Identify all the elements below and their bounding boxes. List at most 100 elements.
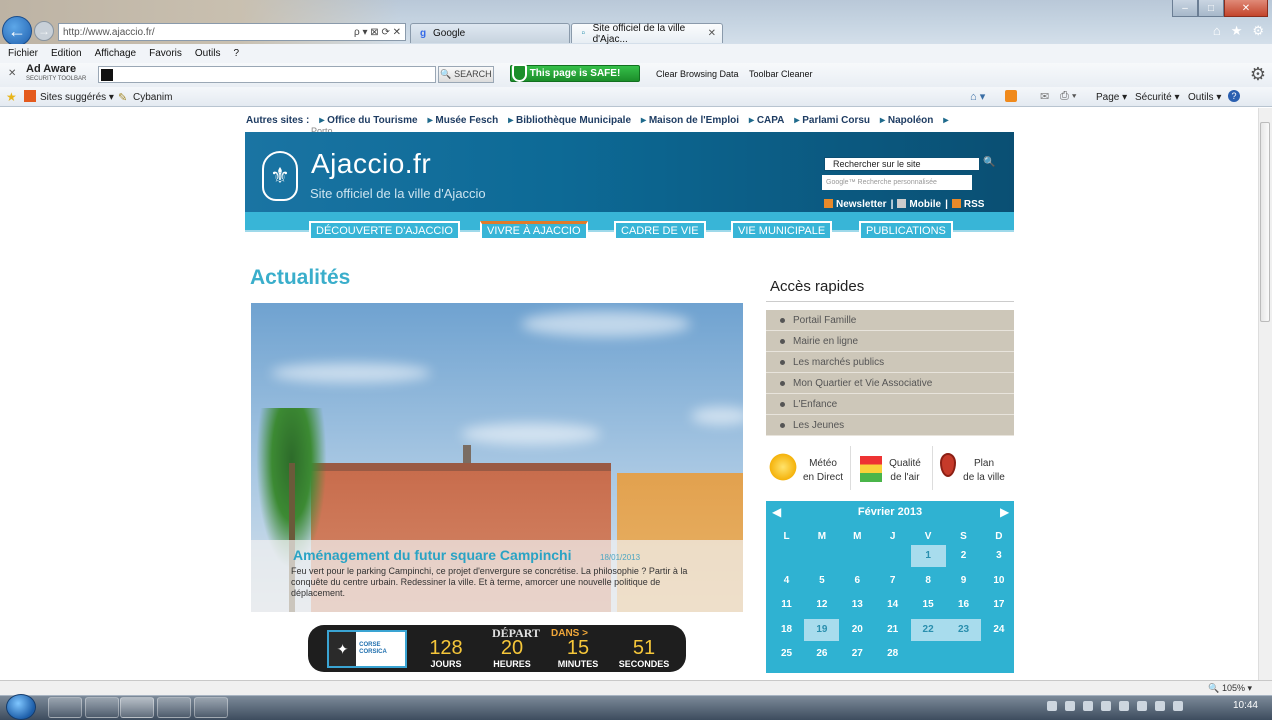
tray-icon[interactable] — [1083, 701, 1093, 711]
calendar-day[interactable]: 5 — [804, 575, 839, 586]
calendar-day[interactable]: 27 — [840, 648, 875, 659]
rss-link[interactable]: RSS — [951, 199, 984, 210]
taskbar-window[interactable] — [194, 697, 228, 718]
tray-icon[interactable] — [1173, 701, 1183, 711]
tray-icon[interactable] — [1101, 701, 1111, 711]
hero-title[interactable]: Aménagement du futur square Campinchi — [293, 547, 571, 563]
menu-fichier[interactable]: Fichier — [8, 48, 38, 59]
address-controls[interactable]: ρ ▾ ⊠ ⟳ ✕ — [354, 27, 401, 38]
tray-icon[interactable] — [1065, 701, 1075, 711]
air-quality-widget[interactable]: Qualité de l'air — [882, 457, 928, 499]
print-icon[interactable]: ⎙ ▾ — [1060, 90, 1076, 103]
taskbar-ie[interactable] — [120, 697, 154, 718]
address-bar[interactable]: http://www.ajaccio.fr/ ρ ▾ ⊠ ⟳ ✕ — [58, 23, 406, 41]
calendar-day[interactable]: 6 — [840, 575, 875, 586]
mobile-link[interactable]: Mobile — [897, 199, 941, 210]
newsletter-link[interactable]: Newsletter — [824, 199, 887, 210]
calendar-day[interactable]: 12 — [804, 599, 839, 610]
air-quality-icon[interactable] — [860, 456, 882, 482]
forward-button[interactable]: → — [34, 21, 54, 41]
toolbar-cleaner-button[interactable]: Toolbar Cleaner — [749, 69, 813, 79]
settings-gear-icon[interactable]: ⚙ — [1252, 23, 1264, 39]
mail-icon[interactable]: ✉ — [1040, 90, 1049, 103]
calendar-day[interactable]: 24 — [981, 624, 1016, 635]
city-map-widget[interactable]: Plan de la ville — [958, 457, 1010, 499]
calendar-day[interactable]: 8 — [911, 575, 946, 586]
calendar-day[interactable]: 9 — [946, 575, 981, 586]
quick-link-portail-famille[interactable]: Portail Famille — [766, 310, 1014, 331]
favorites-star-icon[interactable]: ★ — [1231, 23, 1243, 39]
help-icon[interactable]: ? — [1228, 90, 1240, 102]
nav-publications[interactable]: PUBLICATIONS — [859, 221, 953, 238]
calendar-day[interactable]: 18 — [769, 624, 804, 635]
toolbar-gear-icon[interactable]: ⚙ — [1250, 64, 1266, 85]
rss-feed-icon[interactable] — [1005, 90, 1017, 102]
other-site-napoleon[interactable]: Napoléon — [880, 115, 934, 126]
toolbar-search-input[interactable] — [98, 66, 436, 83]
calendar-prev-icon[interactable]: ◀ — [772, 505, 781, 519]
home-icon[interactable]: ⌂ — [1213, 23, 1221, 39]
clear-browsing-data-button[interactable]: Clear Browsing Data — [656, 69, 739, 79]
calendar-day[interactable]: 7 — [875, 575, 910, 586]
search-provider-icon[interactable] — [101, 69, 113, 81]
quick-link-enfance[interactable]: L'Enfance — [766, 394, 1014, 415]
site-search-input[interactable]: Rechercher sur le site — [824, 157, 980, 171]
tray-icon[interactable] — [1155, 701, 1165, 711]
calendar-day[interactable]: 15 — [911, 599, 946, 610]
safe-page-badge[interactable]: This page is SAFE! — [510, 65, 640, 82]
maximize-button[interactable]: □ — [1198, 0, 1224, 17]
nav-cadre-de-vie[interactable]: CADRE DE VIE — [614, 221, 706, 238]
site-title[interactable]: Ajaccio.fr — [311, 148, 431, 180]
quick-link-mairie-en-ligne[interactable]: Mairie en ligne — [766, 331, 1014, 352]
outils-menu[interactable]: Outils ▾ — [1188, 92, 1221, 103]
calendar-day[interactable]: 26 — [804, 648, 839, 659]
quick-link-marches-publics[interactable]: Les marchés publics — [766, 352, 1014, 373]
calendar-day[interactable]: 14 — [875, 599, 910, 610]
calendar-day[interactable]: 17 — [981, 599, 1016, 610]
tray-icon[interactable] — [1047, 701, 1057, 711]
tab-close-icon[interactable]: ✕ — [708, 28, 716, 39]
zoom-level[interactable]: 🔍 105% ▾ — [1208, 683, 1252, 694]
other-site-bibliotheque[interactable]: Bibliothèque Municipale — [508, 115, 631, 126]
quick-link-mon-quartier[interactable]: Mon Quartier et Vie Associative — [766, 373, 1014, 394]
calendar-day[interactable]: 25 — [769, 648, 804, 659]
back-button[interactable]: ← — [2, 16, 32, 46]
tray-icon[interactable] — [1137, 701, 1147, 711]
taskbar-explorer[interactable] — [48, 697, 82, 718]
calendar-next-icon[interactable]: ▶ — [1000, 505, 1009, 519]
address-url[interactable]: http://www.ajaccio.fr/ — [63, 27, 354, 38]
other-site-capa[interactable]: CAPA — [749, 115, 785, 126]
nav-vivre[interactable]: VIVRE À AJACCIO — [480, 221, 588, 238]
google-search-input[interactable]: Google™ Recherche personnalisée — [822, 175, 972, 190]
calendar-day[interactable]: 22 — [910, 618, 946, 641]
calendar-day[interactable]: 10 — [981, 575, 1016, 586]
nav-decouverte[interactable]: DÉCOUVERTE D'AJACCIO — [309, 221, 460, 238]
home-page-icon[interactable]: ⌂ ▾ — [970, 90, 985, 103]
calendar-day[interactable]: 19 — [804, 618, 840, 641]
calendar-day[interactable]: 16 — [946, 599, 981, 610]
other-sites-more[interactable] — [943, 115, 948, 126]
calendar-day[interactable]: 13 — [840, 599, 875, 610]
calendar-day[interactable]: 2 — [946, 550, 981, 561]
other-site-musee-fesch[interactable]: Musée Fesch — [428, 115, 498, 126]
tab-ajaccio[interactable]: ▫ Site officiel de la ville d'Ajac... ✕ — [571, 23, 723, 45]
suggested-sites-button[interactable]: Sites suggérés ▾ — [40, 92, 114, 103]
tab-google[interactable]: g Google — [410, 23, 570, 43]
other-site-parlami-corsu[interactable]: Parlami Corsu — [794, 115, 870, 126]
calendar-day[interactable]: 3 — [981, 550, 1016, 561]
menu-outils[interactable]: Outils — [195, 48, 221, 59]
close-window-button[interactable]: ✕ — [1224, 0, 1268, 17]
menu-favoris[interactable]: Favoris — [149, 48, 182, 59]
calendar-day[interactable]: 20 — [840, 624, 875, 635]
menu-edition[interactable]: Edition — [51, 48, 82, 59]
weather-widget[interactable]: Météo en Direct — [800, 457, 846, 499]
calendar-day[interactable]: 4 — [769, 575, 804, 586]
tray-icon[interactable] — [1119, 701, 1129, 711]
calendar-day[interactable]: 1 — [910, 545, 946, 567]
securite-menu[interactable]: Sécurité ▾ — [1135, 92, 1179, 103]
calendar-day[interactable]: 23 — [946, 618, 981, 641]
ajaccio-crest-logo[interactable]: ⚜ — [262, 151, 298, 201]
menu-help[interactable]: ? — [233, 48, 239, 59]
search-icon[interactable]: 🔍 — [983, 157, 995, 168]
calendar-day[interactable]: 21 — [875, 624, 910, 635]
